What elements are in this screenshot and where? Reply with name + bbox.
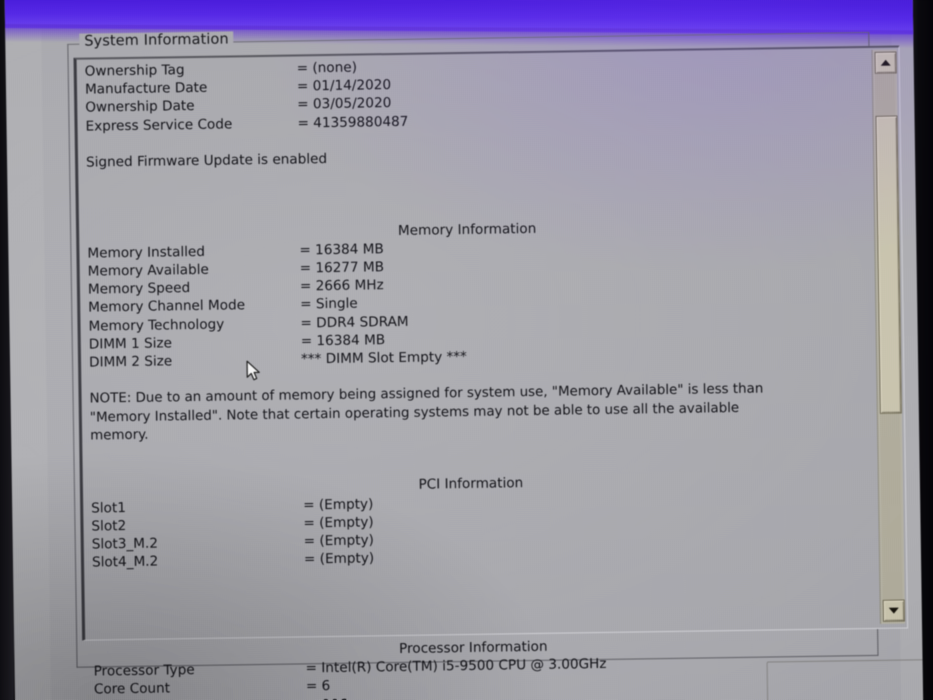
row-value: = (Empty) [303, 550, 375, 568]
photo-of-monitor: ✕ System Information Ownership Tag = (no… [0, 0, 933, 700]
scrollable-content-panel: Ownership Tag = (none) Manufacture Date … [73, 45, 909, 700]
row-value: = 906ea [306, 696, 365, 700]
row-label: Core Count [93, 680, 171, 698]
row-label: Slot1 [91, 499, 127, 517]
dialog-bottom-button[interactable] [766, 658, 924, 700]
memory-note-text: NOTE: Due to an amount of memory being a… [89, 381, 764, 444]
row-value: = 6 [305, 678, 331, 695]
scroll-up-button[interactable] [874, 51, 897, 74]
row-value: *** DIMM Slot Empty *** [300, 348, 468, 368]
row-label: Slot4_M.2 [91, 553, 159, 571]
chevron-up-icon [880, 59, 891, 66]
row-value: = 16277 MB [299, 259, 385, 277]
group-title-label: System Information [79, 31, 234, 50]
row-value: = 01/14/2020 [296, 77, 392, 95]
row-label: Ownership Tag [84, 62, 185, 80]
row-label: Express Service Code [85, 115, 233, 135]
row-value: = (none) [296, 59, 358, 77]
row-value: = (Empty) [303, 495, 374, 513]
row-value: = (Empty) [303, 532, 374, 550]
row-value: = 16384 MB [300, 331, 386, 350]
row-label: Slot2 [91, 517, 127, 535]
row-label: Manufacture Date [84, 79, 208, 98]
row-value: = 16384 MB [299, 241, 384, 259]
row-value: = DDR4 SDRAM [300, 313, 409, 332]
lcd-screen: ✕ System Information Ownership Tag = (no… [4, 0, 924, 700]
pci-information-heading: PCI Information [418, 475, 524, 494]
row-value: = 41359880487 [297, 113, 409, 132]
row-value: = Single [300, 296, 358, 313]
row-value: = (Empty) [303, 514, 374, 532]
information-rows: Ownership Tag = (none) Manufacture Date … [85, 52, 885, 700]
chevron-down-icon [888, 607, 899, 614]
firmware-status-text: Signed Firmware Update is enabled [85, 150, 328, 171]
row-value: = 2666 MHz [299, 277, 384, 295]
processor-information-heading: Processor Information [398, 638, 548, 658]
row-label: Memory Available [87, 261, 209, 280]
scroll-down-button[interactable] [882, 599, 905, 622]
system-information-dialog: ✕ System Information Ownership Tag = (no… [4, 0, 924, 700]
row-label: Ownership Date [85, 98, 195, 116]
memory-information-heading: Memory Information [397, 220, 537, 239]
row-label: Memory Speed [87, 280, 191, 298]
row-label: DIMM 1 Size [88, 335, 173, 353]
row-label: Memory Installed [87, 243, 206, 262]
row-value: = Intel(R) Core(TM) i5-9500 CPU @ 3.00GH… [305, 656, 607, 677]
scrollbar-thumb[interactable] [875, 115, 902, 414]
row-label: Processor Type [93, 662, 195, 680]
row-label: Slot3_M.2 [91, 535, 159, 553]
row-label: DIMM 2 Size [88, 353, 173, 371]
row-label: Memory Channel Mode [88, 297, 246, 317]
row-value: = 03/05/2020 [297, 95, 392, 113]
row-label: Memory Technology [88, 316, 225, 335]
